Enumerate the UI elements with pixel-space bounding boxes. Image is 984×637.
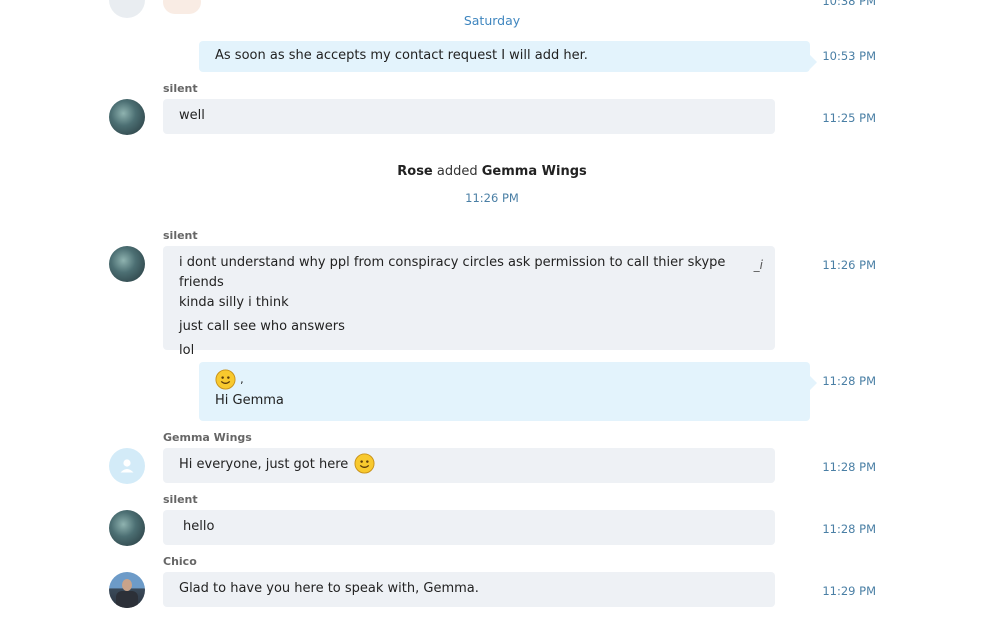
avatar-photo-body (116, 591, 138, 608)
message-text: kinda silly i think (179, 295, 289, 310)
date-divider: Saturday (463, 13, 521, 28)
person-icon (120, 459, 134, 473)
avatar-photo-head (122, 579, 132, 591)
message-timestamp: 11:26 PM (822, 258, 876, 272)
message-text: just call see who answers (179, 319, 345, 334)
message-text: Hi everyone, just got here (179, 457, 349, 472)
system-event-time: 11:26 PM (465, 191, 519, 205)
edited-icon[interactable]: _i (754, 255, 763, 275)
event-target[interactable]: Gemma Wings (482, 164, 587, 179)
event-actor[interactable]: Rose (397, 164, 433, 179)
avatar-gemma[interactable] (109, 448, 145, 484)
message-timestamp: 11:29 PM (822, 584, 876, 598)
message-bubble-incoming[interactable]: i dont understand why ppl from conspirac… (163, 246, 775, 358)
message-text: well (179, 108, 205, 123)
message-bubble-incoming[interactable]: Glad to have you here to speak with, Gem… (163, 572, 775, 607)
smile-emoticon-icon[interactable] (215, 369, 236, 390)
message-text: i dont understand why ppl from conspirac… (179, 255, 726, 290)
sender-name[interactable]: Chico (163, 555, 197, 568)
message-bubble-outgoing[interactable]: As soon as she accepts my contact reques… (199, 41, 817, 72)
partial-bubble (163, 0, 201, 14)
event-action: added (436, 164, 478, 179)
avatar-silent[interactable] (109, 246, 145, 282)
avatar-silent[interactable] (109, 99, 145, 135)
message-timestamp: 11:25 PM (822, 111, 876, 125)
sender-name[interactable]: Gemma Wings (163, 431, 252, 444)
message-bubble-outgoing[interactable]: , Hi Gemma (199, 362, 817, 421)
smile-emoticon-icon[interactable] (354, 453, 375, 474)
message-text: Glad to have you here to speak with, Gem… (179, 581, 479, 596)
avatar-chico[interactable] (109, 572, 145, 608)
message-timestamp: 10:53 PM (822, 49, 876, 63)
avatar-silent[interactable] (109, 510, 145, 546)
message-text: As soon as she accepts my contact reques… (215, 48, 588, 63)
message-text: Hi Gemma (215, 393, 284, 408)
emoticon-line: , (215, 369, 794, 390)
message-text: lol (179, 343, 195, 358)
message-timestamp: 11:28 PM (822, 460, 876, 474)
message-timestamp: 11:28 PM (822, 374, 876, 388)
system-event-text: Rose added Gemma Wings (0, 164, 984, 179)
message-bubble-incoming[interactable]: Hi everyone, just got here (163, 448, 775, 483)
emoticon-suffix: , (240, 373, 244, 386)
message-bubble-incoming[interactable]: well (163, 99, 775, 134)
sender-name[interactable]: silent (163, 82, 198, 95)
sender-name[interactable]: silent (163, 493, 198, 506)
message-timestamp: 11:28 PM (822, 522, 876, 536)
message-timestamp: 10:38 PM (822, 0, 876, 8)
sender-name[interactable]: silent (163, 229, 198, 242)
message-bubble-incoming[interactable]: hello (163, 510, 775, 545)
message-text: hello (183, 519, 215, 534)
